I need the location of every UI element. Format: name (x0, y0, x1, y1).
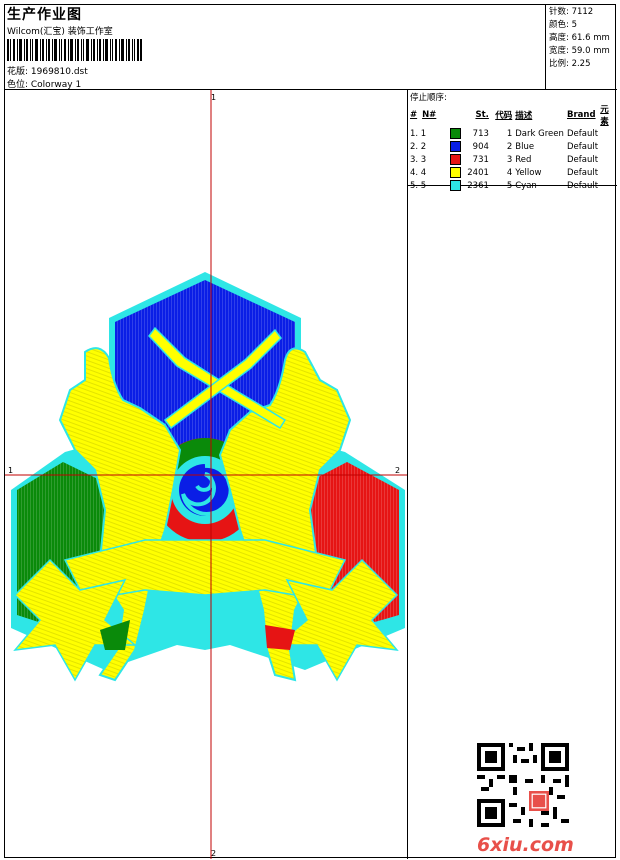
cell-code: 4 (506, 167, 513, 178)
axis-label-right: 2 (395, 466, 401, 475)
sequence-row: 5. 5 2361 5 Cyan Default (410, 179, 617, 192)
cell-index: 3. 3 (410, 154, 427, 165)
colorway: 色位: Colorway 1 (7, 80, 82, 90)
axis-label-bottom: 2 (211, 849, 217, 858)
company-name: Wilcom(汇宝) 装饰工作室 (7, 27, 113, 37)
sequence-header-row: # N# St. 代码 描述 Brand 元素 (410, 103, 617, 127)
cell-brand: Default (567, 154, 599, 165)
cell-index: 5. 5 (410, 180, 427, 191)
cell-element (600, 179, 617, 192)
cell-element (600, 140, 617, 153)
cell-description: Dark Green (515, 128, 564, 139)
stitch-count: 针数: 7112 (549, 7, 594, 17)
color-swatch (449, 167, 461, 178)
cell-index: 4. 4 (410, 167, 427, 178)
col-swatch (450, 103, 467, 127)
cell-element (600, 166, 617, 179)
watermark-logo: 6xiu.com (477, 834, 574, 856)
axis-label-top: 1 (211, 93, 217, 102)
design-width: 宽度: 59.0 mm (549, 46, 610, 56)
cell-stitches: 904 (472, 141, 489, 152)
cell-stitches: 713 (472, 128, 489, 139)
cell-stitches: 2401 (467, 167, 489, 178)
cell-code: 2 (506, 141, 513, 152)
col-needle: N# (422, 110, 437, 120)
sequence-title: 停止顺序: (410, 93, 447, 103)
cell-description: Blue (515, 141, 535, 152)
cell-description: Red (515, 154, 532, 165)
sequence-row: 4. 4 2401 4 Yellow Default (410, 166, 617, 179)
color-swatch (449, 128, 461, 139)
cell-swatch (449, 166, 467, 179)
col-description: 描述 (515, 111, 533, 121)
cell-stitches: 2361 (467, 180, 489, 191)
page-title: 生产作业图 (7, 7, 82, 23)
cell-brand: Default (567, 167, 599, 178)
cell-index: 1. 1 (410, 128, 427, 139)
axis-label-left: 1 (8, 466, 14, 475)
col-brand: Brand (567, 110, 596, 120)
cell-description: Yellow (515, 167, 542, 178)
cell-stitches: 731 (472, 154, 489, 165)
cell-swatch (449, 127, 467, 140)
col-stitches: St. (475, 110, 489, 120)
cell-swatch (449, 153, 467, 166)
cell-swatch (449, 179, 467, 192)
stop-sequence-panel: 停止顺序: # N# St. 代码 描述 Brand 元素 1. 1 713 1 Da… (408, 90, 617, 191)
sequence-row: 1. 1 713 1 Dark Green Default (410, 127, 617, 140)
cell-index: 2. 2 (410, 141, 427, 152)
cell-code: 5 (506, 180, 513, 191)
design-file: 花版: 1969810.dst (7, 67, 88, 77)
cell-swatch (449, 140, 467, 153)
work-sheet: 生产作业图 Wilcom(汇宝) 装饰工作室 花版: 1969810.dst 色… (4, 4, 617, 859)
design-height: 高度: 61.6 mm (549, 33, 610, 43)
sequence-table: # N# St. 代码 描述 Brand 元素 1. 1 713 1 Dark Gre… (410, 103, 617, 192)
color-swatch (449, 141, 461, 152)
cell-brand: Default (567, 128, 599, 139)
color-count: 颜色: 5 (549, 20, 577, 30)
cell-element (600, 127, 617, 140)
col-element: 元素 (600, 105, 609, 127)
embroidery-preview (5, 90, 407, 859)
scale-ratio: 比例: 2.25 (549, 59, 591, 69)
cell-description: Cyan (515, 180, 537, 191)
design-canvas: 1 2 1 2 (5, 90, 408, 859)
col-index: # (410, 110, 418, 120)
cell-code: 1 (506, 128, 513, 139)
qr-code (477, 743, 569, 827)
cell-code: 3 (506, 154, 513, 165)
cell-brand: Default (567, 141, 599, 152)
sequence-row: 3. 3 731 3 Red Default (410, 153, 617, 166)
color-swatch (449, 154, 461, 165)
barcode (7, 39, 142, 61)
color-swatch (449, 180, 461, 191)
cell-element (600, 153, 617, 166)
col-code: 代码 (495, 111, 513, 121)
stats-panel: 针数: 7112 颜色: 5 高度: 61.6 mm 宽度: 59.0 mm 比… (546, 5, 617, 90)
header-panel: 生产作业图 Wilcom(汇宝) 装饰工作室 花版: 1969810.dst 色… (5, 5, 546, 90)
cell-brand: Default (567, 180, 599, 191)
sequence-row: 2. 2 904 2 Blue Default (410, 140, 617, 153)
